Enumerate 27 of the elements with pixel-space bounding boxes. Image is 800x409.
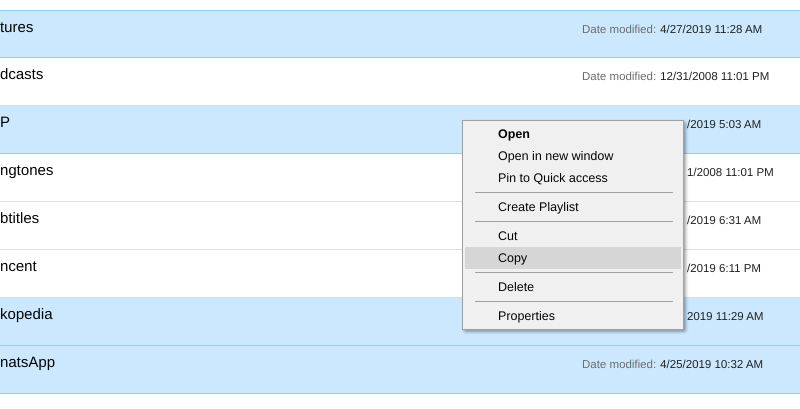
menu-item[interactable]: Properties — [465, 305, 681, 327]
file-row[interactable]: natsApp Date modified: 4/25/2019 10:32 AM — [0, 346, 800, 394]
date-value: 4/25/2019 10:32 AM — [660, 359, 764, 371]
date-value: 12/31/2008 11:01 PM — [660, 71, 770, 83]
file-row[interactable]: tures Date modified: 4/27/2019 11:28 AM — [0, 10, 800, 58]
date-label: Date modified: — [582, 24, 656, 36]
date-value: 4/27/2019 11:28 AM — [660, 24, 762, 36]
file-name: kopedia — [0, 306, 53, 323]
date-label: Date modified: — [582, 359, 656, 371]
menu-item[interactable]: Open — [465, 123, 681, 145]
date-value: 1/2008 11:01 PM — [687, 167, 774, 179]
file-name: ncent — [0, 258, 37, 275]
file-name: btitles — [0, 210, 40, 227]
file-name: P — [0, 114, 10, 131]
menu-item[interactable]: Pin to Quick access — [465, 167, 681, 189]
menu-item[interactable]: Delete — [465, 276, 681, 298]
date-value: /2019 6:11 PM — [687, 263, 761, 275]
file-name: ngtones — [0, 162, 54, 179]
file-name: natsApp — [0, 354, 56, 371]
date-value: /2019 5:03 AM — [687, 119, 762, 131]
menu-item[interactable]: Copy — [465, 247, 681, 269]
date-value: /2019 6:31 AM — [687, 215, 762, 227]
file-name: dcasts — [0, 66, 44, 83]
file-name: tures — [0, 19, 34, 36]
date-label: Date modified: — [582, 71, 656, 83]
menu-item[interactable]: Cut — [465, 225, 681, 247]
date-value: 2019 11:29 AM — [687, 311, 764, 323]
